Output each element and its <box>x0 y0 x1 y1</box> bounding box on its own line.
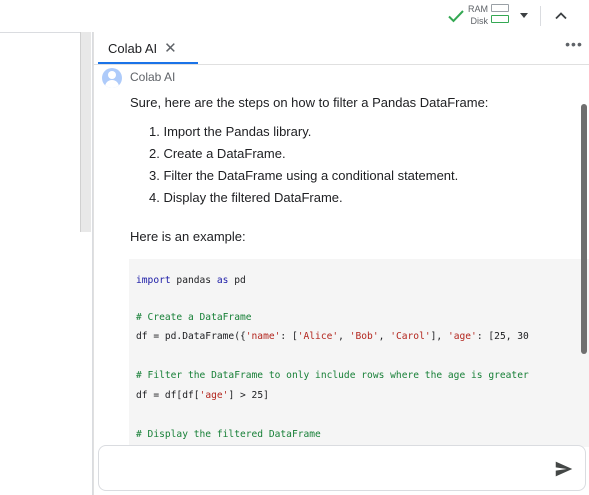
steps-list: 1. Import the Pandas library. 2. Create … <box>149 124 458 212</box>
caret-down-icon[interactable] <box>520 13 528 18</box>
disk-meter <box>491 15 509 23</box>
ram-label: RAM <box>468 4 488 14</box>
send-icon[interactable] <box>553 458 575 480</box>
resource-meters[interactable] <box>491 4 511 26</box>
response-intro: Sure, here are the steps on how to filte… <box>130 95 489 110</box>
resource-labels[interactable]: RAM Disk <box>466 3 488 27</box>
cell-gutter <box>80 32 91 232</box>
chat-input[interactable] <box>111 458 531 478</box>
toolbar-divider <box>540 6 541 26</box>
disk-label: Disk <box>470 16 489 26</box>
list-item: 2. Create a DataFrame. <box>149 146 286 161</box>
chat-input-box[interactable] <box>98 445 586 491</box>
close-icon[interactable]: ✕ <box>164 41 177 56</box>
sender-name: Colab AI <box>130 70 176 84</box>
code-line-filter: df = df[df['age'] > 25] <box>136 390 269 401</box>
notebook-area <box>0 32 80 495</box>
person-avatar-icon <box>102 68 122 88</box>
example-label: Here is an example: <box>130 229 246 244</box>
tab-colab-ai[interactable]: Colab AI ✕ <box>108 34 177 62</box>
code-comment: # Filter the DataFrame to only include r… <box>136 370 529 381</box>
header-divider <box>94 64 589 65</box>
tab-label: Colab AI <box>108 40 158 56</box>
code-line-dataframe: df = pd.DataFrame({'name': ['Alice', 'Bo… <box>136 331 529 342</box>
code-comment: # Display the filtered DataFrame <box>136 429 321 440</box>
ram-meter <box>491 4 509 12</box>
top-status-bar: RAM Disk <box>0 0 589 32</box>
list-item: 4. Display the filtered DataFrame. <box>149 190 343 205</box>
colab-ai-panel: Colab AI ✕ ••• Colab AI Sure, here are t… <box>93 32 589 495</box>
code-comment: # Create a DataFrame <box>136 312 252 323</box>
code-line-import: import pandas as pd <box>136 275 246 286</box>
list-item: 1. Import the Pandas library. <box>149 124 312 139</box>
more-horizontal-icon[interactable]: ••• <box>564 35 584 55</box>
code-block[interactable]: import pandas as pd # Create a DataFrame… <box>129 259 589 447</box>
list-item: 3. Filter the DataFrame using a conditio… <box>149 168 459 183</box>
scrollbar-thumb[interactable] <box>581 104 587 354</box>
check-icon <box>448 10 464 23</box>
chevron-up-icon[interactable] <box>552 8 570 24</box>
